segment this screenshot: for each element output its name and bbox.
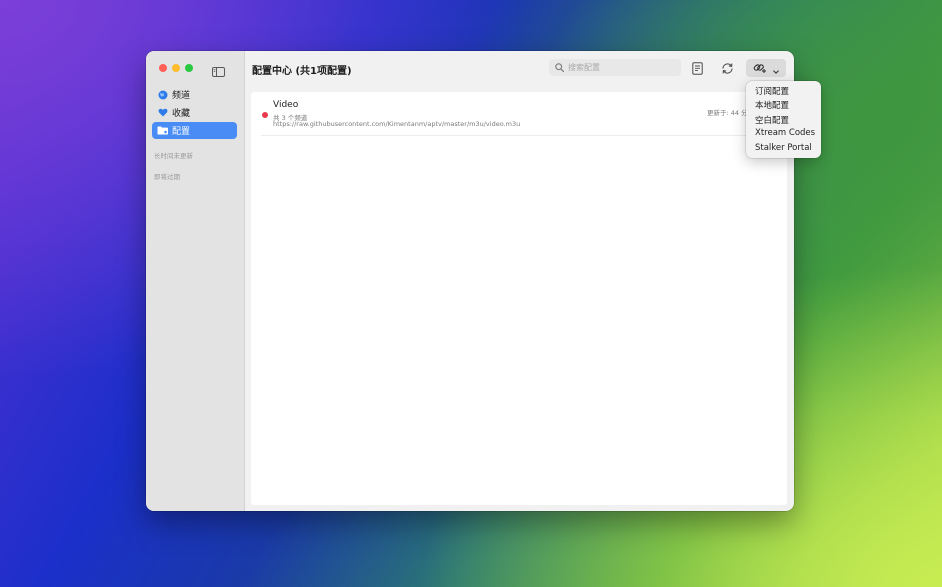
menu-item-xtream-codes[interactable]: Xtream Codes bbox=[755, 128, 815, 138]
config-url: https://raw.githubusercontent.com/Kiment… bbox=[273, 120, 521, 128]
close-window-button[interactable] bbox=[159, 64, 167, 72]
add-config-button[interactable] bbox=[746, 59, 786, 77]
sidebar-item-label: 频道 bbox=[172, 91, 191, 101]
heart-icon bbox=[157, 107, 169, 119]
section-long-not-updated[interactable]: 长时间未更新 bbox=[154, 150, 193, 160]
sidebar-item-favorites[interactable]: 收藏 bbox=[152, 104, 237, 121]
page-title: 配置中心 (共1项配置) bbox=[252, 66, 352, 77]
sidebar-toggle-icon[interactable] bbox=[212, 62, 225, 81]
menu-item-stalker-portal[interactable]: Stalker Portal bbox=[755, 143, 812, 153]
document-icon[interactable] bbox=[689, 60, 705, 76]
add-config-menu: 订阅配置 本地配置 空白配置 Xtream Codes Stalker Port… bbox=[746, 81, 821, 158]
menu-item-local[interactable]: 本地配置 bbox=[755, 99, 789, 111]
list-item[interactable]: Video 共 3 个频道 https://raw.githubusercont… bbox=[261, 100, 781, 136]
sidebar-item-channels[interactable]: 频道 bbox=[152, 86, 237, 103]
globe-icon bbox=[157, 89, 169, 101]
zoom-window-button[interactable] bbox=[185, 64, 193, 72]
sidebar-item-label: 收藏 bbox=[172, 109, 191, 119]
minimize-window-button[interactable] bbox=[172, 64, 180, 72]
config-title: Video bbox=[273, 100, 299, 110]
section-expiring-soon[interactable]: 即将过期 bbox=[154, 171, 180, 181]
config-list: Video 共 3 个频道 https://raw.githubusercont… bbox=[251, 92, 787, 505]
sidebar-item-label: 配置 bbox=[172, 127, 191, 137]
refresh-icon[interactable] bbox=[719, 60, 735, 76]
search-box[interactable] bbox=[549, 59, 681, 76]
menu-item-blank[interactable]: 空白配置 bbox=[755, 114, 789, 126]
menu-item-subscription[interactable]: 订阅配置 bbox=[755, 85, 789, 97]
status-dot bbox=[262, 112, 268, 118]
search-input[interactable] bbox=[568, 63, 668, 72]
search-icon bbox=[555, 63, 564, 72]
sidebar: 频道 收藏 配置 长时间未更新 即将过期 bbox=[146, 51, 245, 511]
updated-time: 更新于: 44 分 bbox=[707, 109, 748, 117]
sidebar-item-configs[interactable]: 配置 bbox=[152, 122, 237, 139]
chevron-down-icon bbox=[773, 59, 779, 78]
add-link-icon bbox=[753, 59, 767, 78]
app-window: 频道 收藏 配置 长时间未更新 即将过期 配置中心 (共1项配置) 搜索配置 V… bbox=[146, 51, 794, 511]
folder-icon bbox=[157, 125, 169, 137]
